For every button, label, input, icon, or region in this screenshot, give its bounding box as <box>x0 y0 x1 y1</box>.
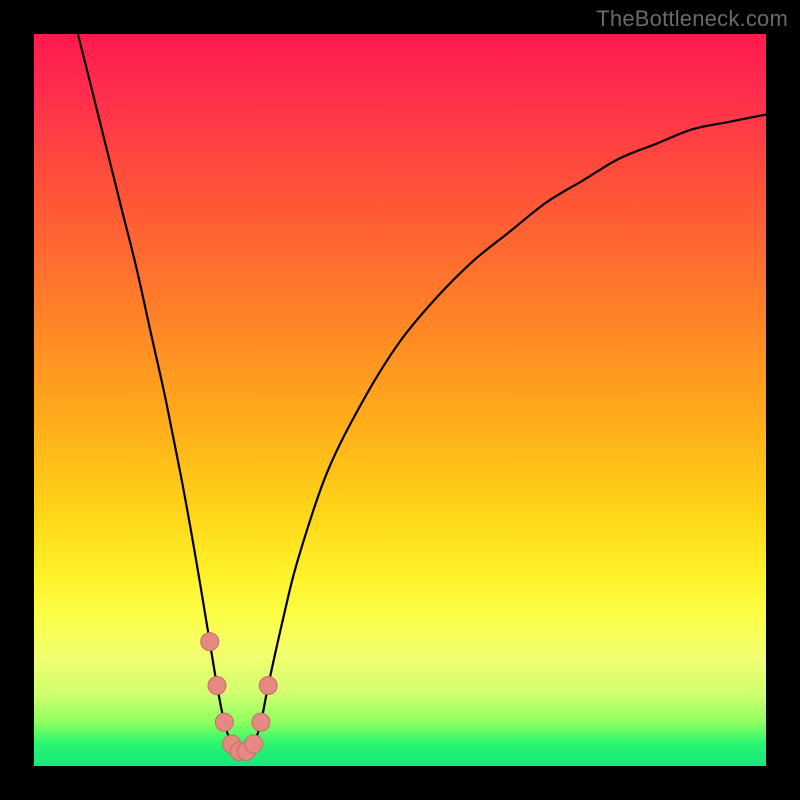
marker-dot <box>245 735 263 753</box>
chart-svg <box>34 34 766 766</box>
marker-dot <box>215 713 233 731</box>
bottleneck-curve <box>78 34 766 752</box>
marker-dot <box>259 677 277 695</box>
chart-frame: TheBottleneck.com <box>0 0 800 800</box>
chart-plot-area <box>34 34 766 766</box>
marker-dot <box>208 677 226 695</box>
marker-dot <box>252 713 270 731</box>
watermark-text: TheBottleneck.com <box>596 6 788 32</box>
marker-dot <box>201 633 219 651</box>
